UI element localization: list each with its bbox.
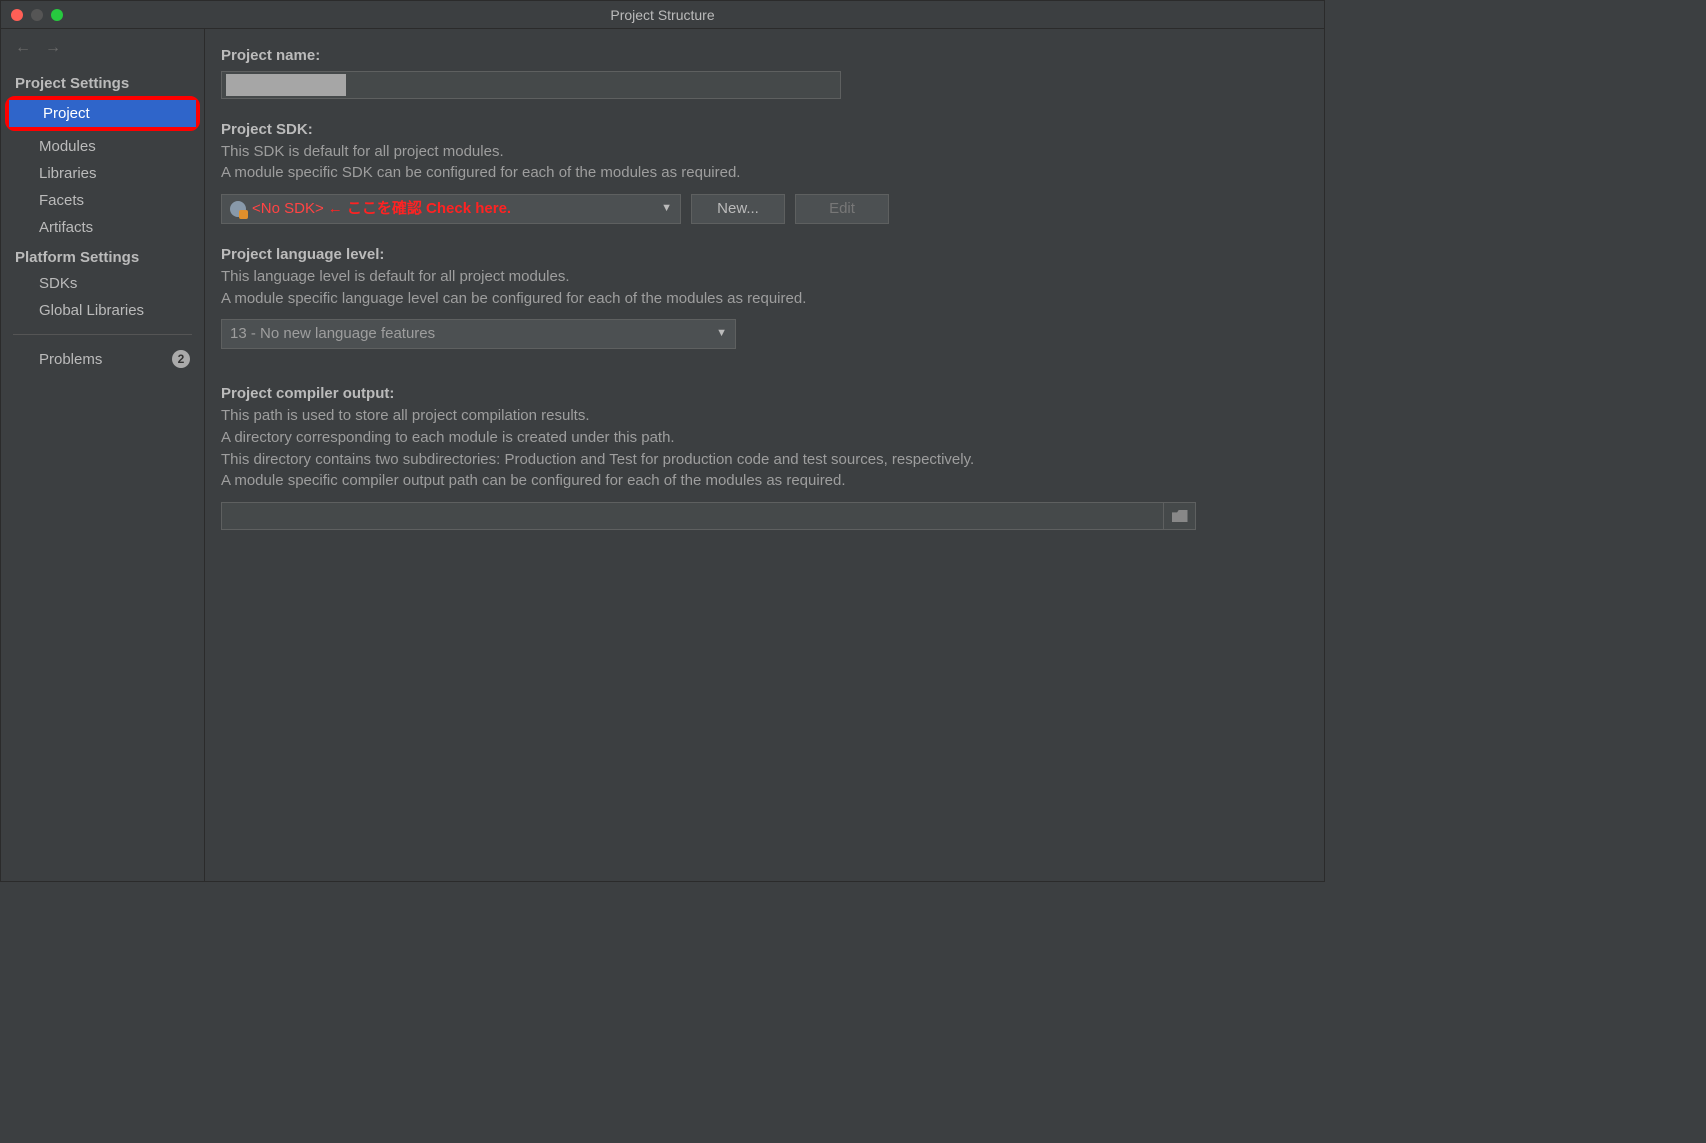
main-panel: Project name: Project SDK: This SDK is d… bbox=[205, 29, 1324, 881]
sidebar-item-global-libraries[interactable]: Global Libraries bbox=[1, 297, 204, 324]
compiler-output-help3: This directory contains two subdirectori… bbox=[221, 449, 1308, 471]
language-level-help1: This language level is default for all p… bbox=[221, 266, 1308, 288]
chevron-down-icon: ▼ bbox=[661, 201, 672, 217]
sidebar-item-sdks[interactable]: SDKs bbox=[1, 270, 204, 297]
project-sdk-combobox[interactable]: <No SDK> ← ここを確認 Check here. ▼ bbox=[221, 194, 681, 224]
compiler-output-input[interactable] bbox=[221, 502, 1164, 530]
sidebar-item-problems[interactable]: Problems 2 bbox=[1, 345, 204, 373]
compiler-output-help1: This path is used to store all project c… bbox=[221, 405, 1308, 427]
language-level-combobox[interactable]: 13 - No new language features ▼ bbox=[221, 319, 736, 349]
window-title: Project Structure bbox=[1, 7, 1324, 23]
sidebar-item-libraries[interactable]: Libraries bbox=[1, 160, 204, 187]
problems-count-badge: 2 bbox=[172, 350, 190, 368]
compiler-output-label: Project compiler output: bbox=[221, 383, 1308, 405]
chevron-down-icon: ▼ bbox=[716, 326, 727, 342]
zoom-window-button[interactable] bbox=[51, 9, 63, 21]
edit-sdk-button[interactable]: Edit bbox=[795, 194, 889, 224]
project-name-input[interactable] bbox=[221, 71, 841, 99]
sidebar-item-artifacts[interactable]: Artifacts bbox=[1, 214, 204, 241]
problems-label: Problems bbox=[39, 351, 102, 368]
nav-history: ← → bbox=[1, 35, 204, 67]
project-name-label: Project name: bbox=[221, 45, 1308, 67]
browse-button[interactable] bbox=[1164, 502, 1196, 530]
project-structure-window: Project Structure ← → Project Settings P… bbox=[0, 0, 1325, 882]
project-sdk-label: Project SDK: bbox=[221, 119, 1308, 141]
project-sdk-help2: A module specific SDK can be configured … bbox=[221, 162, 1308, 184]
forward-icon[interactable]: → bbox=[45, 39, 61, 57]
minimize-window-button[interactable] bbox=[31, 9, 43, 21]
close-window-button[interactable] bbox=[11, 9, 23, 21]
sidebar-item-modules[interactable]: Modules bbox=[1, 133, 204, 160]
compiler-output-help4: A module specific compiler output path c… bbox=[221, 470, 1308, 492]
language-level-label: Project language level: bbox=[221, 244, 1308, 266]
annotation-highlight-project: Project bbox=[5, 96, 200, 131]
language-level-value: 13 - No new language features bbox=[230, 323, 435, 345]
sidebar-divider bbox=[13, 334, 192, 335]
titlebar: Project Structure bbox=[1, 1, 1324, 29]
sidebar-item-project[interactable]: Project bbox=[9, 100, 196, 127]
annotation-check-here: ← ここを確認 Check here. bbox=[328, 198, 511, 220]
sdk-globe-icon bbox=[230, 201, 246, 217]
sidebar-section-platform-settings: Platform Settings bbox=[1, 241, 204, 270]
project-sdk-help1: This SDK is default for all project modu… bbox=[221, 141, 1308, 163]
folder-icon bbox=[1172, 510, 1188, 522]
sidebar-item-facets[interactable]: Facets bbox=[1, 187, 204, 214]
sidebar: ← → Project Settings Project Modules Lib… bbox=[1, 29, 205, 881]
text-selection bbox=[226, 74, 346, 96]
sidebar-section-project-settings: Project Settings bbox=[1, 67, 204, 96]
compiler-output-help2: A directory corresponding to each module… bbox=[221, 427, 1308, 449]
back-icon[interactable]: ← bbox=[15, 39, 31, 57]
language-level-help2: A module specific language level can be … bbox=[221, 288, 1308, 310]
new-sdk-button[interactable]: New... bbox=[691, 194, 785, 224]
window-controls bbox=[11, 9, 63, 21]
project-sdk-value: <No SDK> bbox=[252, 198, 324, 220]
